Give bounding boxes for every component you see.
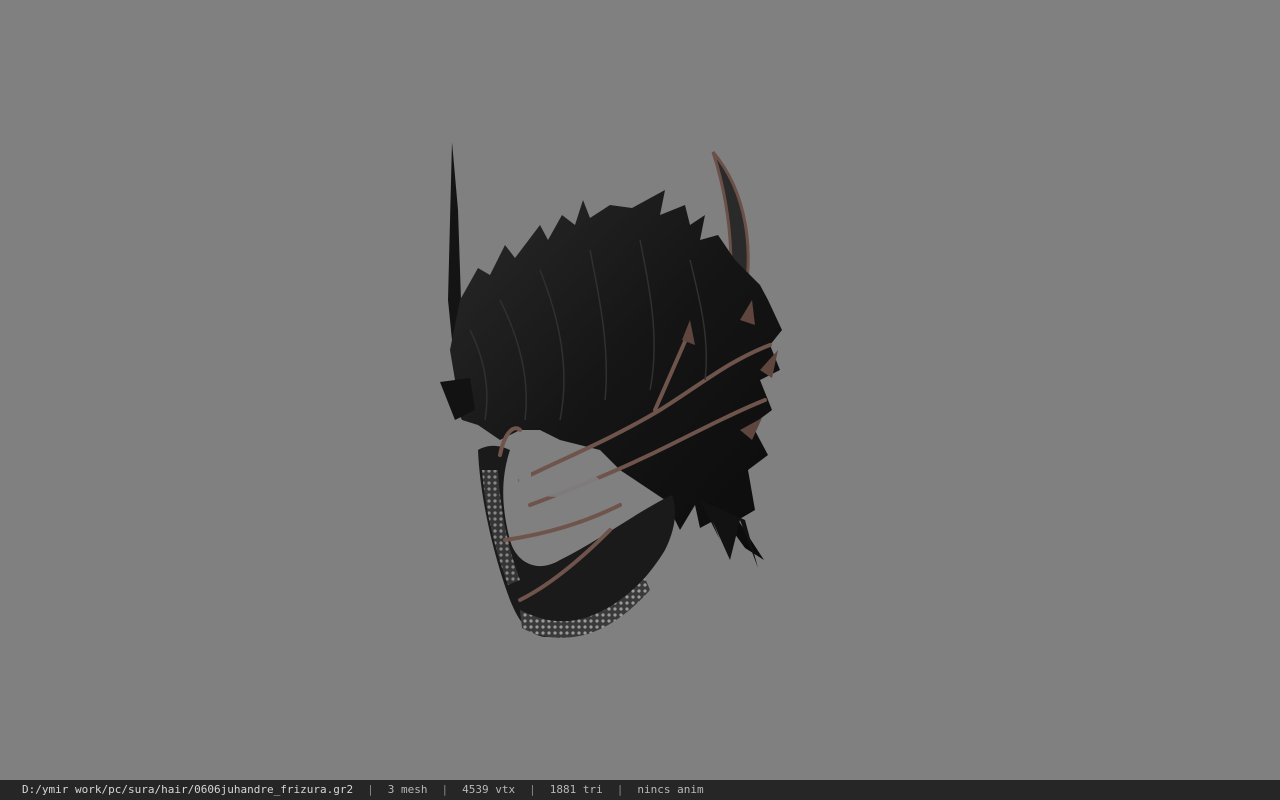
mesh-count: 3 mesh <box>387 783 428 796</box>
model-viewport[interactable] <box>0 0 1280 780</box>
eye-hole-left <box>516 440 532 500</box>
anim-status: nincs anim <box>637 783 704 796</box>
eye-hole-right <box>537 466 600 497</box>
status-bar: D:/ymir work/pc/sura/hair/0606juhandre_f… <box>0 780 1280 800</box>
separator: | <box>441 783 449 796</box>
hair-model-render[interactable] <box>0 0 1280 780</box>
separator: | <box>529 783 536 796</box>
file-path: D:/ymir work/pc/sura/hair/0606juhandre_f… <box>22 783 354 796</box>
vertex-count: 4539 vtx <box>462 783 516 796</box>
triangle-count: 1881 tri <box>549 783 603 796</box>
separator: | <box>616 783 624 796</box>
separator: | <box>367 783 374 796</box>
